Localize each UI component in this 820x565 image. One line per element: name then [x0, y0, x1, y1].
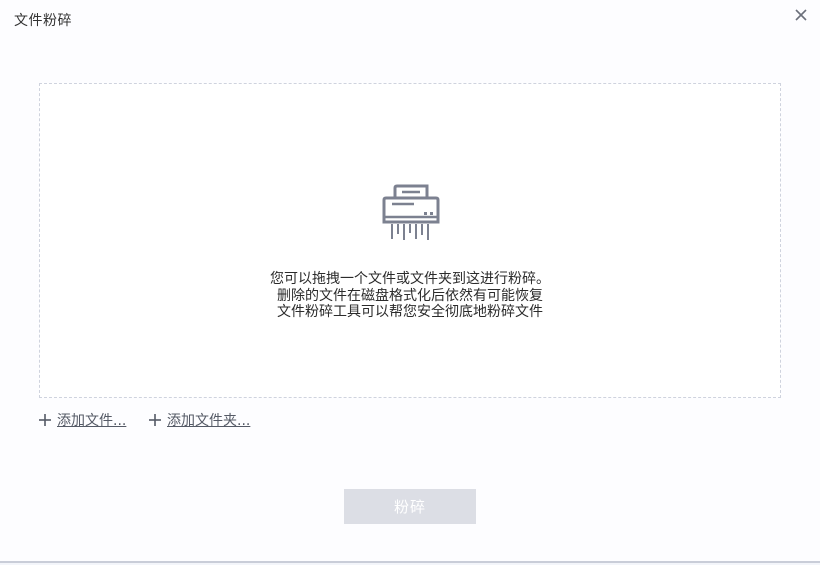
- dialog-title: 文件粉碎: [14, 13, 72, 29]
- add-files-link[interactable]: 添加文件...: [38, 410, 126, 430]
- add-files-label[interactable]: 添加文件...: [57, 410, 126, 430]
- plus-icon: [149, 414, 161, 426]
- file-shredder-dialog: 文件粉碎 您可以拖拽一个文件或文件夹到这进行粉碎。 删除的文件在磁盘格式化后依然…: [0, 0, 820, 563]
- add-folder-label[interactable]: 添加文件夹...: [167, 410, 250, 430]
- close-button[interactable]: [790, 4, 812, 26]
- add-folder-link[interactable]: 添加文件夹...: [148, 410, 250, 430]
- tool-description-text: 文件粉碎工具可以帮您安全彻底地粉碎文件: [277, 304, 543, 320]
- plus-icon: [39, 414, 51, 426]
- shred-button[interactable]: 粉碎: [344, 489, 476, 524]
- shredder-icon: [382, 184, 440, 240]
- close-icon: [795, 9, 807, 21]
- drop-zone[interactable]: 您可以拖拽一个文件或文件夹到这进行粉碎。 删除的文件在磁盘格式化后依然有可能恢复…: [39, 83, 781, 398]
- drop-hint-text: 您可以拖拽一个文件或文件夹到这进行粉碎。: [270, 271, 550, 287]
